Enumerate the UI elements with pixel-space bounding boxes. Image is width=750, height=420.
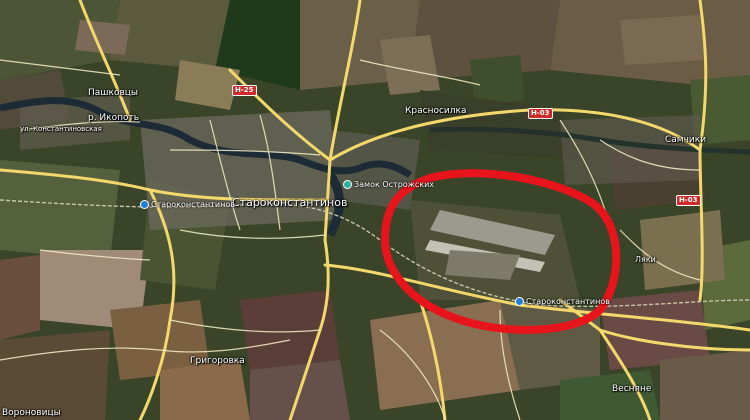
- railway-station-east-pin[interactable]: Староконстантинов: [515, 297, 610, 306]
- highway-shield-1: H-25: [232, 85, 257, 96]
- railway-station-east-label: Староконстантинов: [526, 297, 610, 306]
- castle-label: Замок Острожских: [354, 180, 435, 189]
- railway-station-west-pin[interactable]: Староконстантинов: [140, 200, 235, 209]
- satellite-imagery: [0, 0, 750, 420]
- railway-station-west-label: Староконстантинов: [151, 200, 235, 209]
- castle-pin[interactable]: Замок Острожских: [343, 180, 434, 189]
- train-station-icon: [515, 297, 524, 306]
- highway-shield-3: H-03: [676, 195, 701, 206]
- highway-shield-2: H-03: [528, 108, 553, 119]
- train-station-icon: [140, 200, 149, 209]
- landmark-icon: [343, 180, 352, 189]
- map-view[interactable]: Пашковцы р. Икопоть ул. Константиновская…: [0, 0, 750, 420]
